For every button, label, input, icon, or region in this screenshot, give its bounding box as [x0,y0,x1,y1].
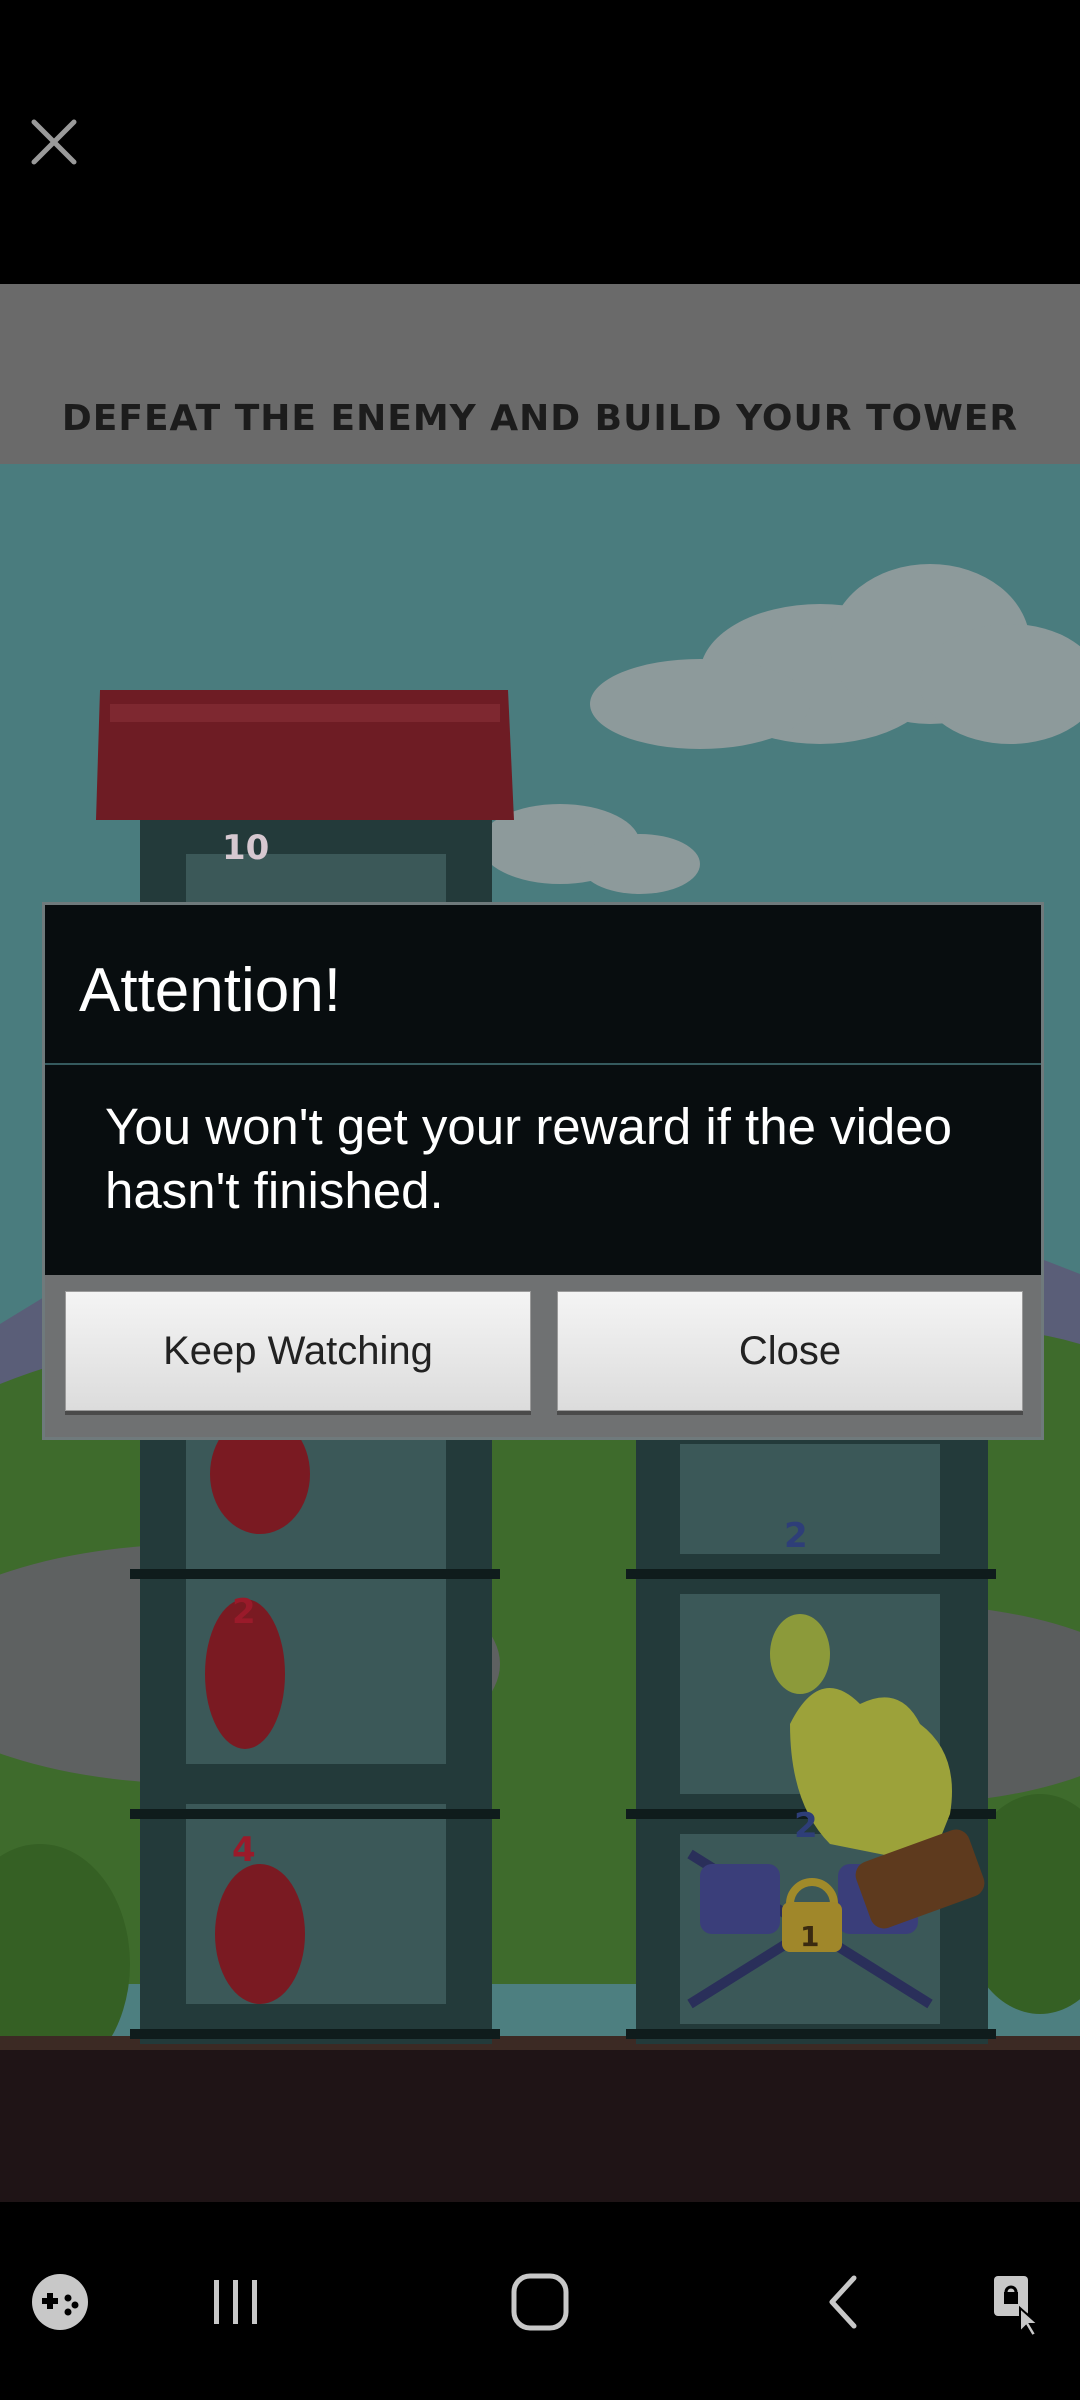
dialog-button-bar: Keep Watching Close [45,1275,1041,1437]
game-tools-button[interactable] [20,2262,100,2342]
navigation-bar [0,2202,1080,2400]
screen-lock-icon [994,2276,1041,2338]
close-icon [31,119,77,165]
home-icon [511,2273,569,2331]
keep-watching-button[interactable]: Keep Watching [65,1291,531,1411]
ad-close-button[interactable] [22,110,86,174]
tower-level-label: 4 [232,1830,256,1870]
dialog-header: Attention! [45,905,1041,1063]
game-tools-icon [32,2274,88,2330]
back-icon [829,2275,857,2329]
back-button[interactable] [804,2262,884,2342]
ad-headline-banner: DEFEAT THE ENEMY AND BUILD YOUR TOWER [0,284,1080,464]
tower-level-label: 2 [794,1806,818,1846]
dialog-title: Attention! [79,956,341,1025]
ad-headline: DEFEAT THE ENEMY AND BUILD YOUR TOWER [61,398,1019,439]
recent-apps-icon [214,2280,257,2324]
tower-level-label: 2 [784,1516,808,1556]
home-button[interactable] [500,2262,580,2342]
recent-apps-button[interactable] [196,2262,276,2342]
screen-lock-button[interactable] [976,2262,1056,2342]
lock-level-label: 1 [800,1920,820,1953]
tower-level-label: 2 [232,1592,256,1632]
tower-level-label: 10 [222,828,270,868]
dialog-message: You won't get your reward if the video h… [105,1098,953,1219]
reward-warning-dialog: Attention! You won't get your reward if … [42,902,1044,1440]
close-button[interactable]: Close [557,1291,1023,1411]
dialog-divider [45,1063,1041,1065]
